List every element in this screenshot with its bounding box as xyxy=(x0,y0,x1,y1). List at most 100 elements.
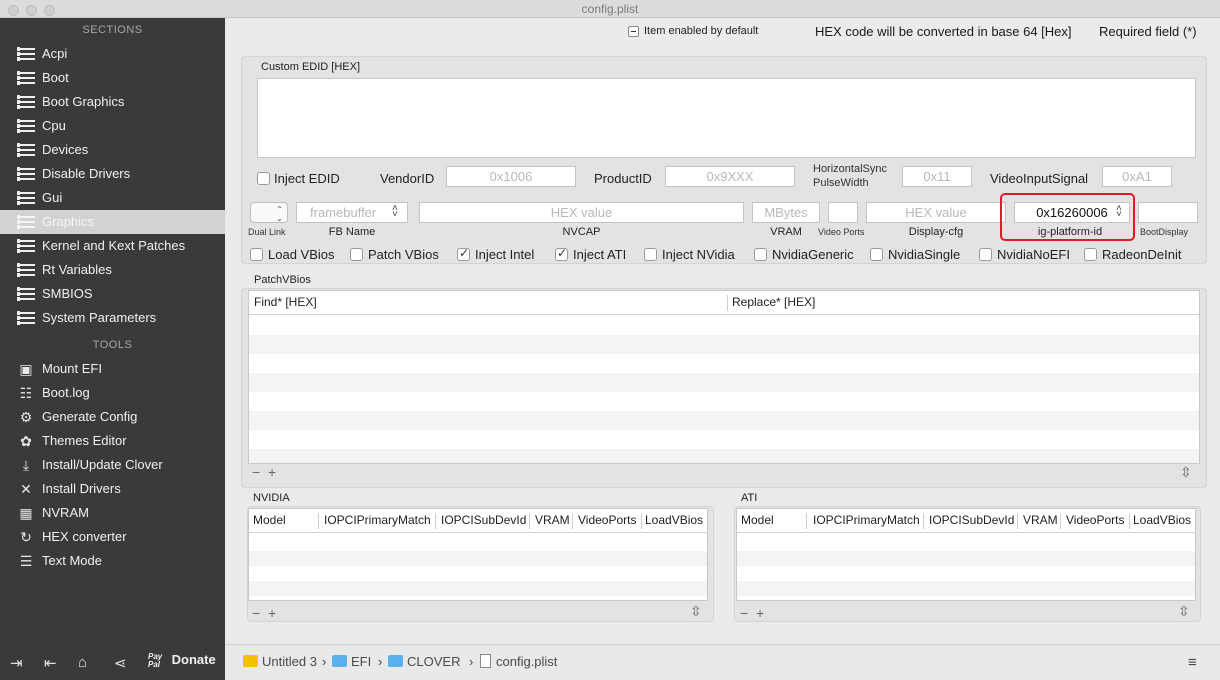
sidebar: SECTIONS Acpi Boot Boot Graphics Cpu Devices… xyxy=(0,18,225,680)
paypal-icon: Pay Pal xyxy=(148,651,163,669)
table-row[interactable] xyxy=(737,581,1195,596)
sidebar-item-acpi[interactable]: Acpi xyxy=(0,42,225,66)
list-icon xyxy=(17,119,35,133)
display-cfg-input[interactable]: HEX value xyxy=(866,202,1006,223)
hsync-input[interactable]: 0x11 xyxy=(902,166,972,187)
title-bar: config.plist xyxy=(0,0,1220,18)
nvidianoefi-checkbox[interactable] xyxy=(979,248,992,261)
nvidiageneric-label: NvidiaGeneric xyxy=(772,247,854,262)
sidebar-item-graphics[interactable]: Graphics xyxy=(0,210,225,234)
table-row[interactable] xyxy=(737,551,1195,566)
breadcrumb-untitled[interactable]: Untitled 3 xyxy=(243,654,317,669)
sidebar-tool-themes-editor[interactable]: ✿ Themes Editor xyxy=(0,429,225,453)
patch-vbios-checkbox[interactable] xyxy=(350,248,363,261)
table-row[interactable] xyxy=(249,373,1199,392)
menu-icon[interactable]: ≡ xyxy=(1188,654,1197,671)
resize-icon[interactable]: ⇳ xyxy=(1180,464,1192,481)
sidebar-item-gui[interactable]: Gui xyxy=(0,186,225,210)
inject-nvidia-label: Inject NVidia xyxy=(662,247,735,262)
zoom-button[interactable] xyxy=(44,5,55,16)
sidebar-item-boot[interactable]: Boot xyxy=(0,66,225,90)
col-separator xyxy=(806,513,807,529)
donate-button[interactable]: Pay Pal Donate xyxy=(148,652,216,669)
sections-header: SECTIONS xyxy=(82,24,143,36)
sidebar-tool-nvram[interactable]: ▦ NVRAM xyxy=(0,501,225,525)
download-icon: ⤓ xyxy=(22,457,30,473)
close-button[interactable] xyxy=(8,5,19,16)
hsync-label-line2: PulseWidth xyxy=(813,177,869,189)
sidebar-tool-text-mode[interactable]: ☰ Text Mode xyxy=(0,549,225,573)
nvidia-remove-button[interactable]: − xyxy=(252,605,260,621)
breadcrumb-config-label: config.plist xyxy=(496,654,558,669)
sidebar-tool-install-update-clover[interactable]: ⤓ Install/Update Clover xyxy=(0,453,225,477)
sidebar-tool-generate-config[interactable]: ⚙ Generate Config xyxy=(0,405,225,429)
video-input-signal-input[interactable]: 0xA1 xyxy=(1102,166,1172,187)
video-ports-input[interactable] xyxy=(828,202,858,223)
inject-ati-checkbox[interactable] xyxy=(555,246,568,261)
sidebar-item-kernel-and-kext-patches[interactable]: Kernel and Kext Patches xyxy=(0,234,225,258)
ati-add-button[interactable]: + xyxy=(756,605,764,621)
fb-name-stepper-icon[interactable]: ˄ ˅ xyxy=(392,204,398,220)
breadcrumb-efi[interactable]: EFI xyxy=(332,654,371,669)
table-row[interactable] xyxy=(249,449,1199,463)
ati-col-loadvbios: LoadVBios xyxy=(1133,513,1192,527)
table-row[interactable] xyxy=(249,551,707,566)
product-id-input[interactable]: 0x9XXX xyxy=(665,166,795,187)
sidebar-tool-mount-efi[interactable]: ▣ Mount EFI xyxy=(0,357,225,381)
load-vbios-checkbox[interactable] xyxy=(250,248,263,261)
list-icon xyxy=(17,287,35,301)
ati-remove-button[interactable]: − xyxy=(740,605,748,621)
breadcrumb-separator: › xyxy=(378,654,383,669)
patch-vbios-table[interactable]: Find* [HEX] Replace* [HEX] xyxy=(248,290,1200,464)
home-icon[interactable]: ⌂ xyxy=(78,654,87,671)
vram-input[interactable]: MBytes xyxy=(752,202,820,223)
share-icon[interactable]: ⋖ xyxy=(114,654,127,672)
boot-display-input[interactable] xyxy=(1138,202,1198,223)
patch-vbios-header: Find* [HEX] Replace* [HEX] xyxy=(249,291,1199,315)
nvidianoefi-label: NvidiaNoEFI xyxy=(997,247,1070,262)
sidebar-item-devices[interactable]: Devices xyxy=(0,138,225,162)
nvidiasingle-checkbox[interactable] xyxy=(870,248,883,261)
vendor-id-input[interactable]: 0x1006 xyxy=(446,166,576,187)
sidebar-item-disable-drivers[interactable]: Disable Drivers xyxy=(0,162,225,186)
table-row[interactable] xyxy=(249,411,1199,430)
ati-col-model: Model xyxy=(741,513,774,527)
sidebar-item-boot-graphics[interactable]: Boot Graphics xyxy=(0,90,225,114)
sidebar-item-cpu[interactable]: Cpu xyxy=(0,114,225,138)
add-row-button[interactable]: + xyxy=(268,464,276,480)
table-row[interactable] xyxy=(249,335,1199,354)
sidebar-item-smbios[interactable]: SMBIOS xyxy=(0,282,225,306)
remove-row-button[interactable]: − xyxy=(252,464,260,480)
inject-ati-label: Inject ATI xyxy=(573,247,627,262)
sidebar-item-rt-variables[interactable]: Rt Variables xyxy=(0,258,225,282)
vram-label: VRAM xyxy=(770,226,802,238)
radeondeinit-checkbox[interactable] xyxy=(1084,248,1097,261)
inject-edid-checkbox[interactable] xyxy=(257,172,270,185)
minimize-button[interactable] xyxy=(26,5,37,16)
sidebar-tool-hex-converter[interactable]: ↻ HEX converter xyxy=(0,525,225,549)
sidebar-tool-boot-log[interactable]: ☷ Boot.log xyxy=(0,381,225,405)
nvidia-add-button[interactable]: + xyxy=(268,605,276,621)
file-icon xyxy=(480,654,491,668)
inject-nvidia-checkbox[interactable] xyxy=(644,248,657,261)
nvcap-input[interactable]: HEX value xyxy=(419,202,744,223)
custom-edid-input[interactable] xyxy=(257,78,1196,158)
nvidia-resize-icon[interactable]: ⇳ xyxy=(690,603,702,620)
folder-icon xyxy=(388,655,403,667)
ati-resize-icon[interactable]: ⇳ xyxy=(1178,603,1190,620)
inject-intel-checkbox[interactable] xyxy=(457,246,470,261)
nvidiageneric-checkbox[interactable] xyxy=(754,248,767,261)
breadcrumb-clover[interactable]: CLOVER xyxy=(388,654,460,669)
item-enabled-checkbox[interactable] xyxy=(628,26,639,37)
dual-link-stepper[interactable] xyxy=(250,202,288,223)
sidebar-tool-install-drivers[interactable]: ✕ Install Drivers xyxy=(0,477,225,501)
ati-table[interactable]: Model IOPCIPrimaryMatch IOPCISubDevId VR… xyxy=(736,508,1196,601)
sidebar-item-system-parameters[interactable]: System Parameters xyxy=(0,306,225,330)
nvidia-table[interactable]: Model IOPCIPrimaryMatch IOPCISubDevId VR… xyxy=(248,508,708,601)
breadcrumb-config[interactable]: config.plist xyxy=(480,654,557,669)
tools-header: TOOLS xyxy=(92,339,133,351)
export-icon[interactable]: ⇤ xyxy=(44,654,57,672)
nvidiasingle-label: NvidiaSingle xyxy=(888,247,961,262)
table-row[interactable] xyxy=(249,581,707,596)
login-icon[interactable]: ⇥ xyxy=(10,654,23,672)
